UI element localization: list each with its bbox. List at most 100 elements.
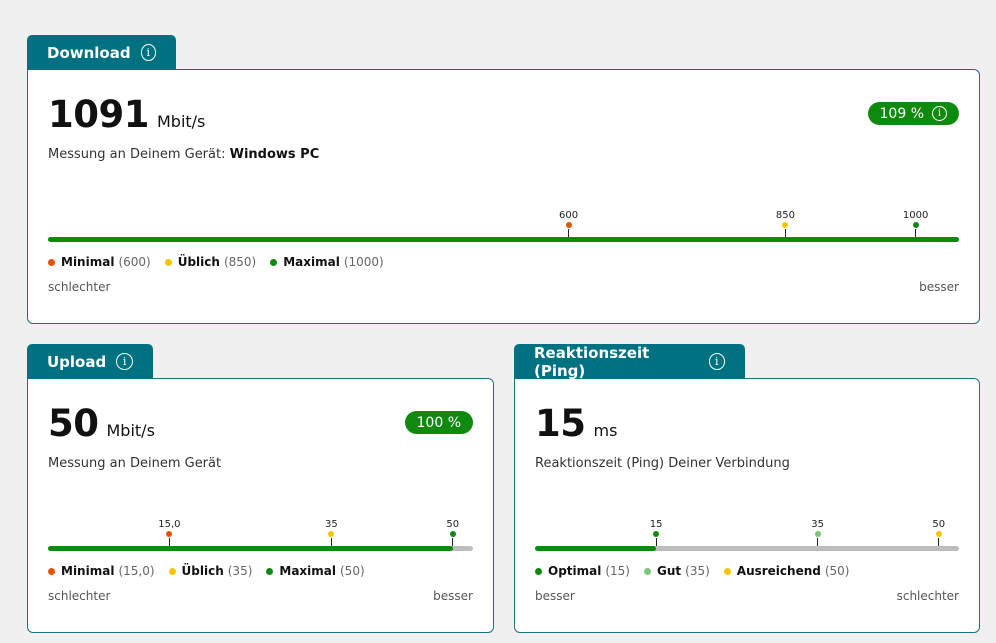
upload-percent-badge: 100 % [404,411,473,434]
legend-value: (850) [223,255,257,269]
ping-unit: ms [593,421,618,440]
download-card: 1091 Mbit/s Messung an Deinem Gerät: Wind… [27,35,980,324]
marker-dot [935,531,942,537]
download-bar-fill [48,237,959,242]
legend-value: (35) [227,564,253,578]
marker-tick [330,538,332,546]
legend-item: Üblich (850) [164,255,257,269]
marker-label: 1000 [902,210,929,221]
download-legend: Minimal (600) Üblich (850) Maximal (1000) [48,255,384,269]
marker-label: 50 [932,519,946,530]
marker-tick [938,538,940,546]
marker-label: 50 [446,519,460,530]
upload-bar: 15,0 35 50 [48,519,473,551]
marker-dot [166,531,173,537]
marker-tick [452,538,454,546]
ping-foot-left: besser [535,589,575,603]
legend-value: (15) [605,564,630,578]
legend-item: Maximal (1000) [270,255,384,269]
marker-label: 850 [775,210,796,221]
download-tab: Download i [27,35,176,70]
marker-dot [653,531,660,537]
legend-item: Üblich (35) [168,564,253,578]
legend-dot [270,258,278,266]
legend-dot [723,567,731,575]
ping-bar: 15 35 50 [535,519,959,551]
upload-subtitle: Messung an Deinem Gerät [48,456,222,471]
legend-dot [164,258,172,266]
legend-value: (50) [824,564,850,578]
marker-tick [784,229,786,237]
legend-name: Gut [657,564,682,578]
legend-dot [535,567,542,575]
marker-tick [568,229,570,237]
upload-unit: Mbit/s [106,421,155,440]
download-panel: 1091 Mbit/s Messung an Deinem Gerät: Wind… [27,69,980,324]
download-bar: 600 850 1000 [48,210,959,242]
legend-dot [266,567,274,575]
legend-value: (50) [340,564,365,578]
legend-value: (600) [118,255,151,269]
info-icon[interactable]: i [932,106,947,121]
legend-dot [644,567,651,575]
upload-foot-right: besser [433,589,473,603]
marker-dot [328,531,335,537]
legend-value: (35) [685,564,710,578]
download-foot-left: schlechter [48,280,111,294]
legend-dot [48,567,55,575]
legend-name: Üblich [177,255,220,269]
marker-label: 15 [649,519,663,530]
info-icon[interactable]: i [116,353,133,370]
marker-tick [655,538,657,546]
ping-bar-fill [535,546,657,551]
legend-name: Minimal [61,564,115,578]
device-name: Windows PC [229,147,320,162]
ping-card: 15 ms Reaktionszeit (Ping) Deiner Verbind… [514,344,980,633]
download-percent-badge[interactable]: 109 % i [867,102,959,125]
legend-name: Optimal [548,564,602,578]
marker-dot [565,222,572,228]
legend-name: Üblich [181,564,224,578]
ping-value: 15 ms [535,402,618,445]
upload-legend: Minimal (15,0) Üblich (35) Maximal (50) [48,564,365,578]
legend-value: (15,0) [118,564,155,578]
upload-foot-left: schlechter [48,589,111,603]
marker-label: 35 [811,519,825,530]
legend-item: Maximal (50) [266,564,365,578]
legend-item: Optimal (15) [535,564,630,578]
ping-foot-right: schlechter [896,589,959,603]
legend-dot [48,258,55,266]
legend-name: Maximal [283,255,340,269]
legend-name: Maximal [279,564,336,578]
marker-dot [912,222,919,228]
download-unit: Mbit/s [156,112,206,131]
upload-bar-fill [48,546,453,551]
marker-label: 15,0 [158,519,181,530]
legend-name: Ausreichend [736,564,821,578]
upload-tab: Upload i [27,344,153,379]
ping-subtitle: Reaktionszeit (Ping) Deiner Verbindung [535,456,790,471]
legend-item: Minimal (600) [48,255,151,269]
marker-tick [817,538,819,546]
marker-dot [814,531,821,537]
legend-item: Gut (35) [644,564,710,578]
marker-dot [782,222,789,228]
legend-item: Ausreichend (50) [723,564,850,578]
marker-tick [915,229,917,237]
upload-value: 50 Mbit/s [48,402,155,445]
ping-panel: 15 ms Reaktionszeit (Ping) Deiner Verbind… [514,378,980,633]
upload-panel: 50 Mbit/s Messung an Deinem Gerät 100 % 1… [27,378,494,633]
marker-tick [168,538,170,546]
ping-tab: Reaktionszeit (Ping) i [514,344,745,380]
legend-name: Minimal [61,255,115,269]
info-icon[interactable]: i [708,353,725,370]
legend-value: (1000) [343,255,384,269]
download-value: 1091 Mbit/s [48,93,206,136]
upload-card: 50 Mbit/s Messung an Deinem Gerät 100 % 1… [27,344,494,633]
legend-item: Minimal (15,0) [48,564,155,578]
legend-dot [168,567,176,575]
download-subtitle: Messung an Deinem Gerät: Windows PC [48,147,320,162]
info-icon[interactable]: i [140,44,156,61]
ping-legend: Optimal (15) Gut (35) Ausreichend (50) [535,564,850,578]
marker-dot [449,531,456,537]
